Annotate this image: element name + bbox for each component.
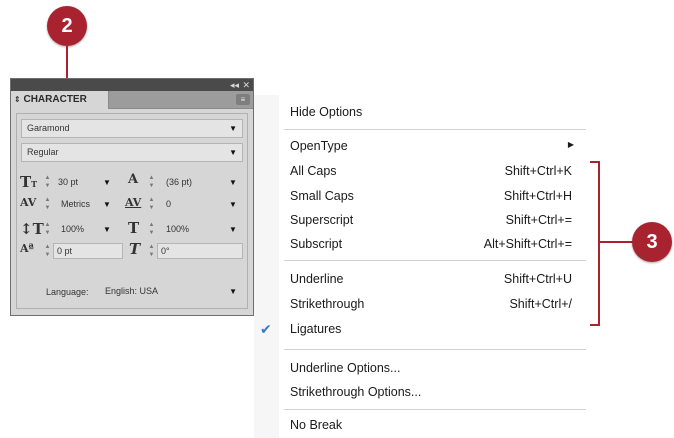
callout-step-3-label: 3 — [646, 230, 658, 253]
kerning-stepper[interactable]: ▲ ▼ — [44, 196, 51, 212]
checkmark-icon: ✔ — [260, 321, 272, 337]
baseline-shift-icon: Aª — [20, 242, 34, 255]
menu-item-opentype[interactable]: OpenType ▶ — [254, 134, 598, 159]
menu-item-label: Strikethrough Options... — [290, 385, 422, 399]
character-panel: ◂◂ ✕ ⇕ CHARACTER ≡ Garamond ▼ Regular ▼ … — [10, 78, 254, 316]
tracking-field[interactable]: 0 — [166, 196, 196, 212]
menu-separator — [284, 260, 586, 261]
submenu-arrow-icon: ▶ — [567, 140, 574, 149]
menu-item-shortcut: Shift+Ctrl+H — [503, 189, 572, 203]
callout-step-3: 3 — [632, 222, 672, 262]
menu-item-label: Superscript — [290, 213, 354, 227]
baseline-shift-stepper[interactable]: ▲ ▼ — [44, 243, 51, 259]
menu-item-label: Subscript — [290, 237, 343, 251]
menu-item-shortcut: Shift+Ctrl+U — [503, 272, 572, 286]
skew-icon: T — [129, 240, 141, 258]
kerning-icon: AV — [20, 196, 37, 209]
menu-item-hide-options[interactable]: Hide Options — [254, 100, 598, 125]
callout-step-3-leader — [600, 241, 634, 243]
vertical-scale-field[interactable]: 100% — [61, 221, 97, 237]
horizontal-scale-icon: T — [128, 219, 140, 237]
skew-stepper[interactable]: ▲ ▼ — [148, 243, 155, 259]
menu-item-shortcut: Shift+Ctrl+= — [505, 213, 572, 227]
menu-item-shortcut: Shift+Ctrl+K — [504, 164, 572, 178]
menu-item-label: Hide Options — [290, 105, 363, 119]
language-label: Language: — [46, 287, 89, 297]
menu-item-underline-options[interactable]: Underline Options... — [254, 356, 598, 381]
menu-item-ligatures[interactable]: ✔ Ligatures — [254, 317, 598, 342]
menu-item-label: Strikethrough — [290, 297, 365, 311]
font-family-value: Garamond — [27, 123, 70, 133]
chevron-down-icon: ▼ — [229, 148, 237, 157]
tab-character[interactable]: ⇕ CHARACTER — [11, 91, 109, 109]
menu-item-label: Small Caps — [290, 189, 354, 203]
panel-menu-button[interactable]: ≡ — [236, 94, 250, 105]
chevron-down-icon: ▼ — [229, 124, 237, 133]
menu-item-shortcut: Shift+Ctrl+/ — [509, 297, 572, 311]
horizontal-scale-stepper[interactable]: ▲ ▼ — [148, 221, 155, 237]
font-size-dropdown-icon[interactable]: ▼ — [103, 178, 111, 187]
menu-item-label: Underline Options... — [290, 361, 401, 375]
menu-item-no-break[interactable]: No Break — [254, 413, 598, 438]
tracking-icon: AV — [125, 196, 142, 209]
baseline-shift-field[interactable]: 0 pt — [53, 243, 123, 259]
collapse-icon[interactable]: ◂◂ — [230, 79, 239, 91]
callout-step-3-bracket — [590, 161, 600, 326]
menu-item-superscript[interactable]: Superscript Shift+Ctrl+= — [254, 208, 598, 233]
font-size-stepper[interactable]: ▲ ▼ — [44, 174, 51, 190]
tracking-dropdown-icon[interactable]: ▼ — [229, 200, 237, 209]
vertical-scale-stepper[interactable]: ▲ ▼ — [44, 221, 51, 237]
callout-step-2-label: 2 — [61, 14, 73, 37]
chevron-down-icon: ▼ — [229, 287, 237, 296]
kerning-field[interactable]: Metrics — [61, 196, 97, 212]
leading-stepper[interactable]: ▲ ▼ — [148, 174, 155, 190]
menu-separator — [284, 349, 586, 350]
font-family-dropdown[interactable]: Garamond ▼ — [21, 119, 243, 138]
close-icon[interactable]: ✕ — [242, 79, 250, 91]
leading-dropdown-icon[interactable]: ▼ — [229, 178, 237, 187]
baseline-shift-value: 0 pt — [57, 246, 73, 256]
horizontal-scale-dropdown-icon[interactable]: ▼ — [229, 225, 237, 234]
menu-item-all-caps[interactable]: All Caps Shift+Ctrl+K — [254, 159, 598, 184]
callout-step-2: 2 — [47, 6, 87, 46]
panel-titlebar[interactable]: ◂◂ ✕ — [11, 79, 253, 91]
menu-item-subscript[interactable]: Subscript Alt+Shift+Ctrl+= — [254, 232, 598, 257]
language-dropdown[interactable]: English: USA ▼ — [99, 282, 243, 301]
leading-field[interactable]: (36 pt) — [166, 174, 210, 190]
menu-item-underline[interactable]: Underline Shift+Ctrl+U — [254, 267, 598, 292]
kerning-dropdown-icon[interactable]: ▼ — [103, 200, 111, 209]
panel-body: Garamond ▼ Regular ▼ TT ▲ ▼ 30 pt ▼ A ▲ ▼ … — [16, 113, 248, 309]
menu-item-label: OpenType — [290, 139, 348, 153]
font-size-field[interactable]: 30 pt — [58, 174, 98, 190]
panel-tab-row: ⇕ CHARACTER ≡ — [11, 91, 253, 109]
menu-item-strikethrough[interactable]: Strikethrough Shift+Ctrl+/ — [254, 292, 598, 317]
menu-item-label: No Break — [290, 418, 343, 432]
panel-options-menu: Hide Options OpenType ▶ All Caps Shift+C… — [254, 95, 598, 438]
vertical-scale-icon: ↕T — [20, 220, 44, 238]
menu-item-label: Underline — [290, 272, 344, 286]
tab-character-label: CHARACTER — [23, 94, 87, 105]
menu-item-label: All Caps — [290, 164, 337, 178]
menu-item-shortcut: Alt+Shift+Ctrl+= — [483, 237, 572, 251]
tab-toggle-icon: ⇕ — [14, 95, 21, 104]
font-size-icon: TT — [20, 173, 38, 191]
font-style-dropdown[interactable]: Regular ▼ — [21, 143, 243, 162]
menu-separator — [284, 129, 586, 130]
horizontal-scale-field[interactable]: 100% — [166, 221, 202, 237]
vertical-scale-dropdown-icon[interactable]: ▼ — [103, 225, 111, 234]
skew-field[interactable]: 0° — [157, 243, 243, 259]
menu-separator — [284, 409, 586, 410]
menu-item-strikethrough-options[interactable]: Strikethrough Options... — [254, 380, 598, 405]
menu-item-small-caps[interactable]: Small Caps Shift+Ctrl+H — [254, 184, 598, 209]
leading-icon: A — [128, 172, 139, 187]
language-value: English: USA — [105, 286, 159, 296]
font-style-value: Regular — [27, 147, 59, 157]
tracking-stepper[interactable]: ▲ ▼ — [148, 196, 155, 212]
menu-item-label: Ligatures — [290, 322, 342, 336]
skew-value: 0° — [161, 246, 170, 256]
